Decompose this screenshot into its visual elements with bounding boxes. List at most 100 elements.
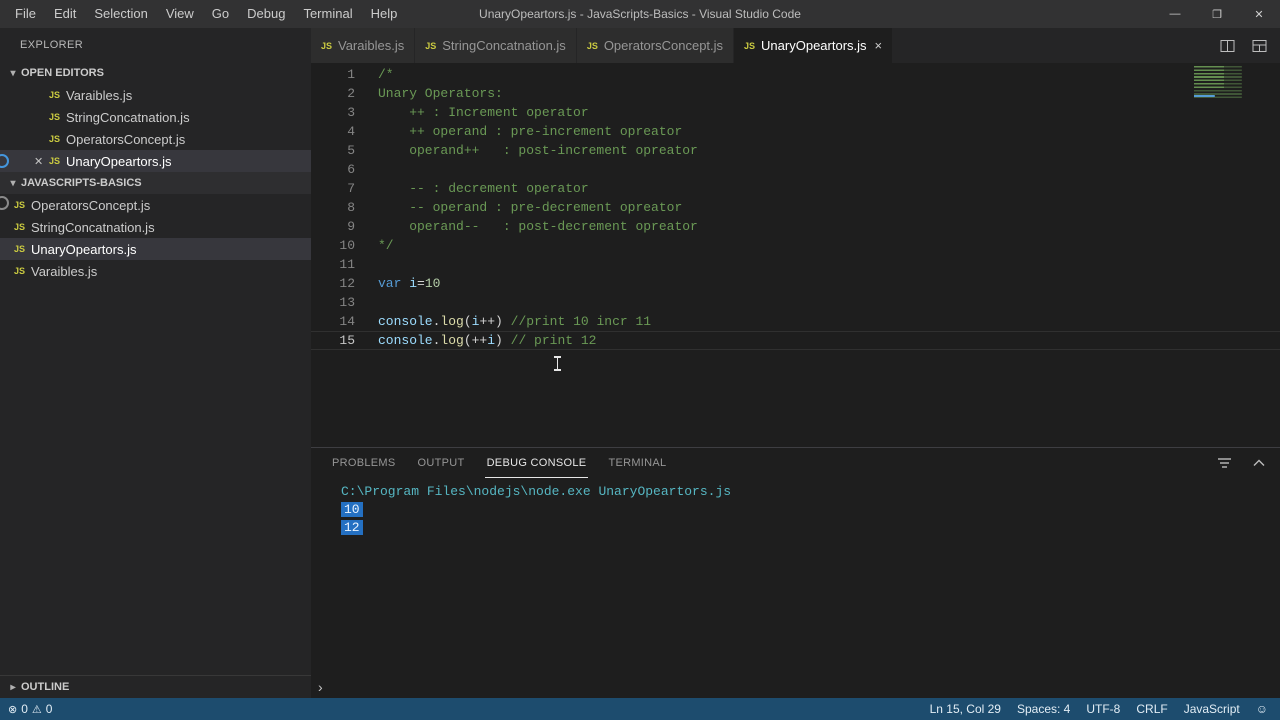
menu-help[interactable]: Help [362, 0, 407, 28]
code-line[interactable]: 10 */ [311, 236, 1280, 255]
debug-console-output[interactable]: C:\Program Files\nodejs\node.exe UnaryOp… [311, 478, 1280, 676]
close-tab-icon[interactable]: × [875, 38, 883, 53]
file-name: StringConcatnation.js [66, 109, 190, 125]
panel-actions [1214, 448, 1280, 478]
menu-file[interactable]: File [6, 0, 45, 28]
tab-label: Varaibles.js [338, 38, 405, 53]
js-file-icon: JS [321, 40, 333, 51]
code-line[interactable]: 4 ++ operand : pre-increment opreator [311, 122, 1280, 141]
code-line[interactable]: 8 -- operand : pre-decrement opreator [311, 198, 1280, 217]
chevron-up-icon[interactable] [1248, 452, 1270, 474]
minimize-button[interactable]: — [1154, 0, 1196, 28]
tab-varaibles[interactable]: JS Varaibles.js [311, 28, 416, 63]
open-editors-section-header[interactable]: ▾ OPEN EDITORS [0, 62, 311, 84]
problems-status[interactable]: ⊗ 0 ⚠ 0 [8, 702, 52, 716]
tab-debug-console-active[interactable]: DEBUG CONSOLE [484, 448, 589, 478]
code-line[interactable]: 2 Unary Operators: [311, 84, 1280, 103]
outline-section-header[interactable]: ▸ OUTLINE [0, 675, 311, 698]
code-text: operand++ : post-increment opreator [378, 143, 698, 158]
tab-unaryopeartors-active[interactable]: JS UnaryOpeartors.js × [734, 28, 894, 63]
eol-sequence[interactable]: CRLF [1136, 702, 1167, 716]
tab-problems[interactable]: PROBLEMS [330, 448, 398, 478]
file-name: UnaryOpeartors.js [66, 153, 172, 169]
code-line[interactable]: 12 var i=10 [311, 274, 1280, 293]
code-line[interactable]: 14 console.log(i++) //print 10 incr 11 [311, 312, 1280, 331]
code-line[interactable]: 11 [311, 255, 1280, 274]
twisty-open-icon: ▾ [10, 177, 16, 189]
editor-layout-icon[interactable] [1248, 35, 1270, 57]
tab-operatorsconcept[interactable]: JS OperatorsConcept.js [576, 28, 735, 63]
code-text: */ [378, 238, 394, 253]
language-mode[interactable]: JavaScript [1184, 702, 1240, 716]
code-text: console.log(++i) // print 12 [378, 333, 597, 348]
console-line[interactable]: 10 [341, 501, 1280, 519]
menu-debug[interactable]: Debug [238, 0, 294, 28]
code-line[interactable]: 6 [311, 160, 1280, 179]
status-right: Ln 15, Col 29 Spaces: 4 UTF-8 CRLF JavaS… [930, 702, 1268, 716]
open-editor-item-active[interactable]: ✕ JS UnaryOpeartors.js [0, 150, 311, 172]
filter-icon[interactable] [1214, 452, 1236, 474]
line-number: 15 [339, 333, 355, 348]
explorer-header: EXPLORER [20, 39, 84, 51]
menu-edit[interactable]: Edit [45, 0, 85, 28]
js-file-icon: JS [744, 40, 756, 51]
encoding[interactable]: UTF-8 [1086, 702, 1120, 716]
code-editor[interactable]: 1 /* 2 Unary Operators: 3 ++ : Increment ope… [311, 63, 1280, 447]
open-editor-item[interactable]: JS StringConcatnation.js [0, 106, 311, 128]
file-tree-item-selected[interactable]: JS UnaryOpeartors.js [0, 238, 311, 260]
js-file-icon: JS [49, 112, 61, 122]
file-tree-item[interactable]: JS OperatorsConcept.js [0, 194, 311, 216]
feedback-smiley-icon[interactable]: ☺ [1256, 702, 1268, 716]
maximize-button[interactable]: ❐ [1196, 0, 1238, 28]
line-number: 2 [347, 86, 355, 101]
file-name: StringConcatnation.js [31, 219, 155, 235]
tab-stringconcatnation[interactable]: JS StringConcatnation.js [415, 28, 577, 63]
code-text: operand-- : post-decrement opreator [378, 219, 698, 234]
console-line[interactable]: 12 [341, 519, 1280, 537]
status-bar: ⊗ 0 ⚠ 0 Ln 15, Col 29 Spaces: 4 UTF-8 CR… [0, 698, 1280, 720]
twisty-collapsed-icon: ▸ [10, 681, 16, 693]
tab-label: StringConcatnation.js [442, 38, 566, 53]
close-icon[interactable]: ✕ [34, 155, 49, 168]
open-editor-item[interactable]: JS Varaibles.js [0, 84, 311, 106]
bottom-panel: PROBLEMS OUTPUT DEBUG CONSOLE TERMINAL C… [311, 447, 1280, 698]
code-line[interactable]: 3 ++ : Increment operator [311, 103, 1280, 122]
code-text: -- operand : pre-decrement opreator [378, 200, 683, 215]
split-editor-icon[interactable] [1216, 35, 1238, 57]
debug-console-input[interactable]: › [311, 676, 1280, 698]
section-label: OUTLINE [21, 681, 70, 693]
file-tree-item[interactable]: JS StringConcatnation.js [0, 216, 311, 238]
code-text: /* [378, 67, 394, 82]
close-window-button[interactable]: ✕ [1238, 0, 1280, 28]
js-file-icon: JS [49, 134, 61, 144]
js-file-icon: JS [14, 222, 26, 232]
menu-terminal[interactable]: Terminal [294, 0, 361, 28]
code-line[interactable]: 1 /* [311, 65, 1280, 84]
code-line[interactable]: 13 [311, 293, 1280, 312]
cursor-position[interactable]: Ln 15, Col 29 [930, 702, 1001, 716]
menu-go[interactable]: Go [203, 0, 238, 28]
code-line[interactable]: 9 operand-- : post-decrement opreator [311, 217, 1280, 236]
code-text: Unary Operators: [378, 86, 503, 101]
indentation[interactable]: Spaces: 4 [1017, 702, 1070, 716]
file-tree-item[interactable]: JS Varaibles.js [0, 260, 311, 282]
warning-icon: ⚠ [31, 703, 42, 716]
tab-terminal[interactable]: TERMINAL [606, 448, 668, 478]
menu-selection[interactable]: Selection [85, 0, 156, 28]
selected-text: 12 [341, 520, 363, 535]
console-line[interactable]: C:\Program Files\nodejs\node.exe UnaryOp… [341, 483, 1280, 501]
open-editor-item[interactable]: JS OperatorsConcept.js [0, 128, 311, 150]
code-line[interactable]: 7 -- : decrement operator [311, 179, 1280, 198]
line-number: 10 [339, 238, 355, 253]
menu-view[interactable]: View [157, 0, 203, 28]
minimap[interactable] [1194, 66, 1246, 100]
selected-text: 10 [341, 502, 363, 517]
line-number: 7 [347, 181, 355, 196]
tab-label: OperatorsConcept.js [603, 38, 724, 53]
folder-section-header[interactable]: ▾ JAVASCRIPTS-BASICS [0, 172, 311, 194]
js-file-icon: JS [14, 200, 26, 210]
code-line[interactable]: 15 console.log(++i) // print 12 [311, 331, 1280, 350]
tab-output[interactable]: OUTPUT [416, 448, 467, 478]
line-number: 8 [347, 200, 355, 215]
code-line[interactable]: 5 operand++ : post-increment opreator [311, 141, 1280, 160]
